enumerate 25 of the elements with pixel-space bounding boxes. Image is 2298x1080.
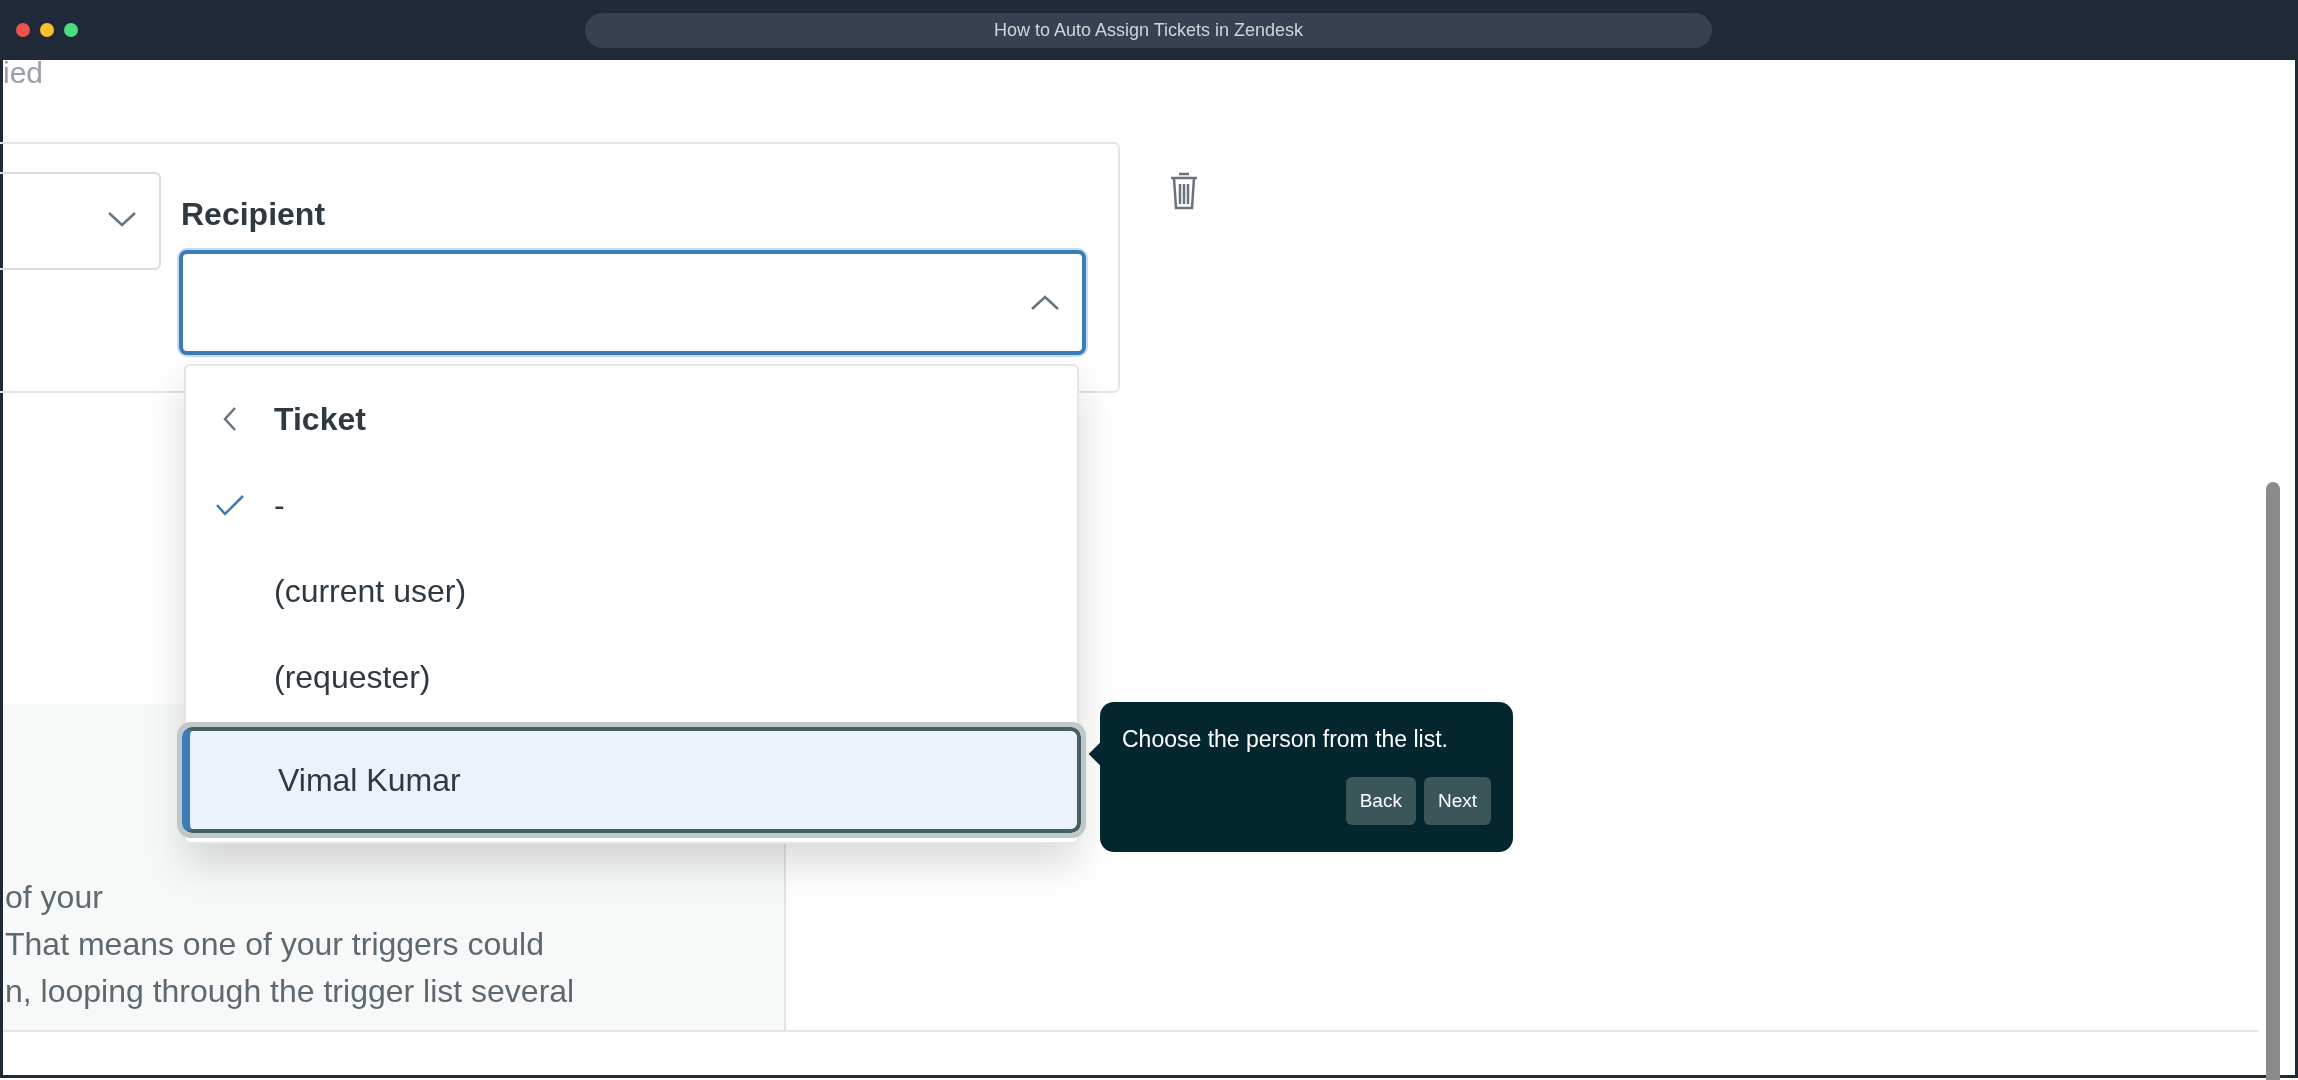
field-label: Recipient bbox=[181, 195, 326, 234]
tooltip-text: Choose the person from the list. bbox=[1122, 725, 1449, 754]
close-window-button[interactable] bbox=[16, 23, 30, 37]
minimize-window-button[interactable] bbox=[40, 23, 54, 37]
window-title: How to Auto Assign Tickets in Zendesk bbox=[993, 19, 1304, 42]
menu-option[interactable]: (current user) bbox=[186, 548, 1077, 634]
menu-option[interactable]: Vimal Kumar bbox=[177, 722, 1086, 838]
back-button[interactable]: Back bbox=[1345, 776, 1416, 825]
scrollbar[interactable] bbox=[2266, 482, 2280, 1080]
recipient-select[interactable] bbox=[179, 250, 1086, 355]
paragraph-line: of your bbox=[5, 878, 104, 917]
cut-off-text: ied bbox=[3, 58, 45, 88]
next-button[interactable]: Next bbox=[1423, 776, 1491, 825]
chevron-left-icon bbox=[223, 406, 237, 432]
field-select[interactable] bbox=[0, 172, 161, 270]
trash-icon[interactable] bbox=[1169, 170, 1199, 212]
menu-header-text: Ticket bbox=[274, 400, 366, 439]
menu-option[interactable]: - bbox=[186, 462, 1077, 548]
maximize-window-button[interactable] bbox=[64, 23, 78, 37]
chevron-up-icon bbox=[1030, 294, 1060, 312]
paragraph-line: n, looping through the trigger list several bbox=[5, 972, 576, 1011]
menu-header[interactable]: Ticket bbox=[186, 376, 1077, 462]
menu-option[interactable]: (requester) bbox=[186, 634, 1077, 720]
chevron-down-icon bbox=[107, 210, 137, 228]
paragraph-line: That means one of your triggers could bbox=[5, 925, 545, 964]
